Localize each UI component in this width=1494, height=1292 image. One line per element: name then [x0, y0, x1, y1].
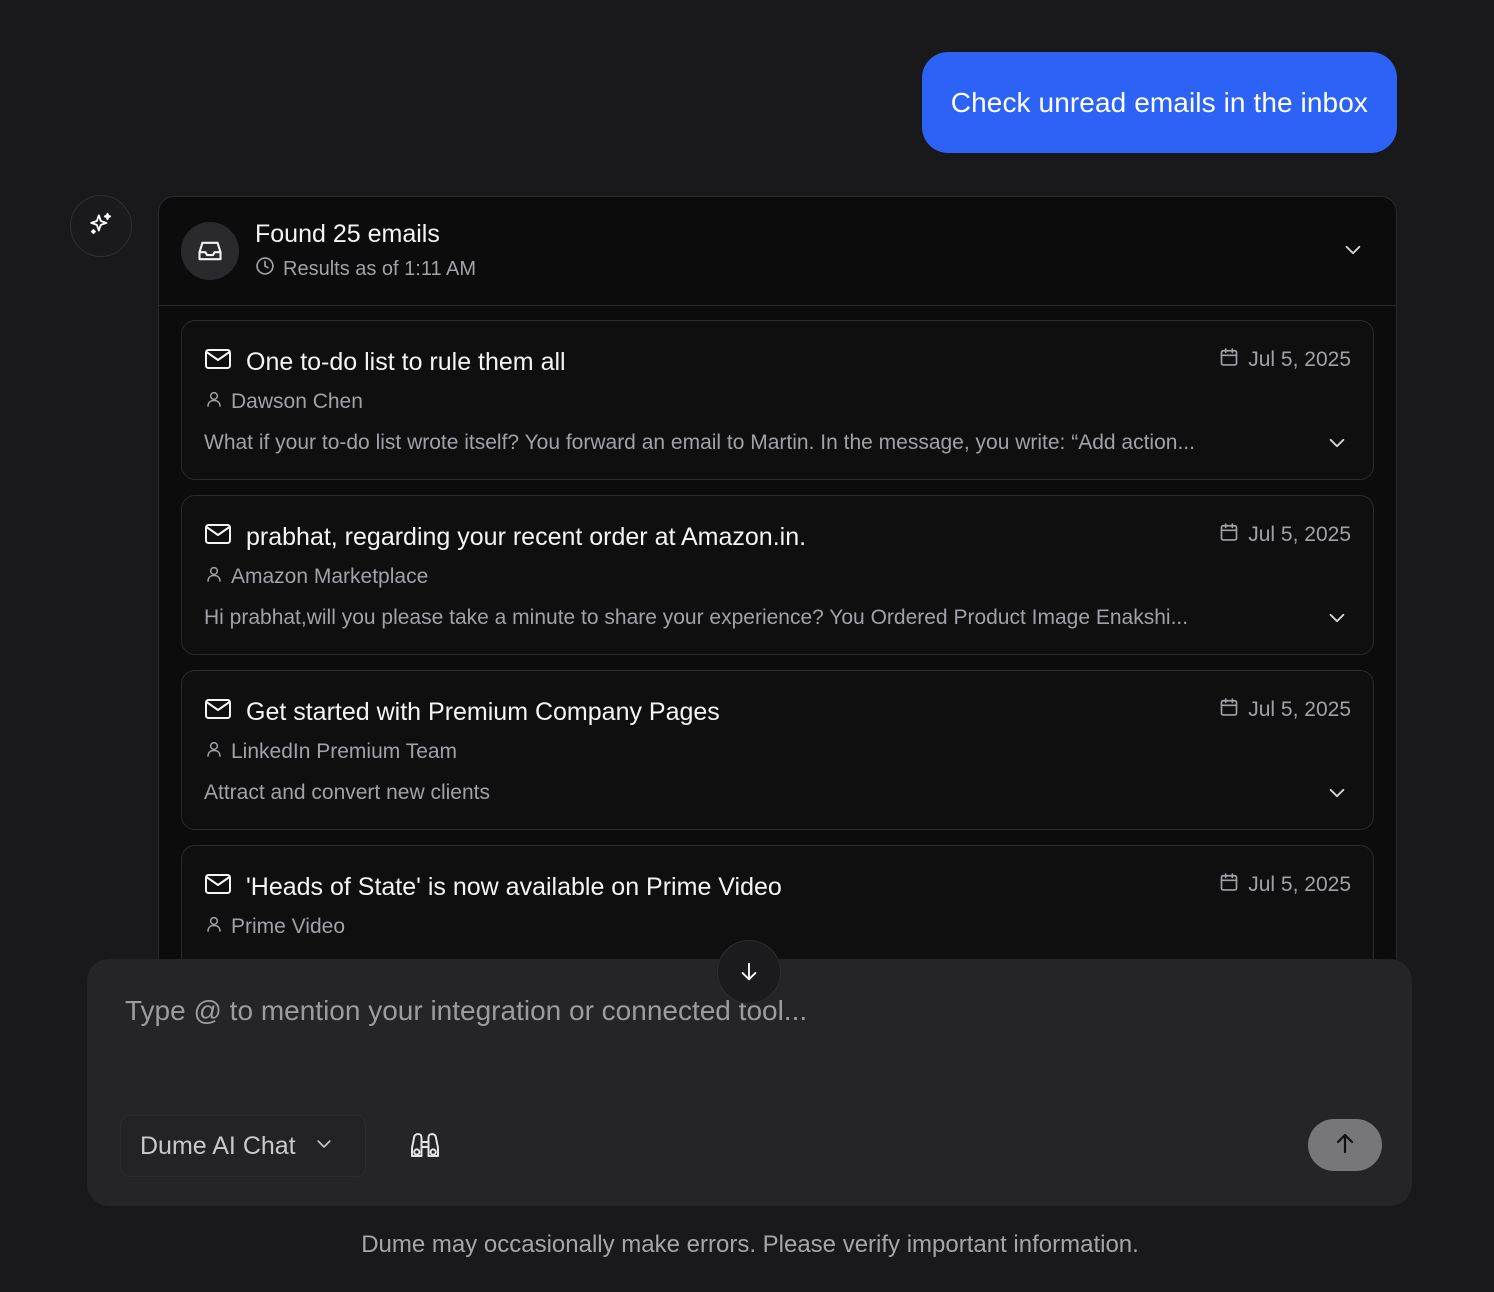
email-item[interactable]: 'Heads of State' is now available on Pri…	[181, 845, 1374, 975]
chevron-down-icon	[314, 1132, 334, 1161]
user-message-text: Check unread emails in the inbox	[950, 86, 1368, 118]
email-preview: Hi prabhat,will you please take a minute…	[204, 606, 1189, 629]
user-icon	[205, 564, 223, 590]
expand-email-chevron-icon[interactable]	[1325, 606, 1349, 630]
results-timestamp: Results as of 1:11 AM	[283, 257, 477, 280]
email-subject: prabhat, regarding your recent order at …	[246, 523, 807, 551]
email-list: One to-do list to rule them all Jul 5, 2…	[159, 306, 1396, 975]
email-preview: What if your to-do list wrote itself? Yo…	[204, 431, 1195, 454]
email-preview: Attract and convert new clients	[204, 781, 490, 804]
user-message-bubble: Check unread emails in the inbox	[921, 52, 1397, 153]
email-sender: LinkedIn Premium Team	[231, 740, 458, 763]
expand-email-chevron-icon[interactable]	[1325, 781, 1349, 805]
email-date: Jul 5, 2025	[1248, 523, 1351, 546]
sparkles-icon	[88, 211, 114, 242]
email-item[interactable]: One to-do list to rule them all Jul 5, 2…	[181, 320, 1374, 480]
mail-icon	[204, 872, 232, 903]
results-title: Found 25 emails	[255, 220, 440, 248]
email-results-card: Found 25 emails Results as of 1:11 AM On…	[158, 196, 1397, 976]
scroll-to-bottom-button[interactable]	[717, 940, 781, 1004]
email-subject: One to-do list to rule them all	[246, 348, 566, 376]
email-sender: Dawson Chen	[231, 390, 363, 413]
email-sender: Amazon Marketplace	[231, 565, 429, 588]
clock-icon	[255, 256, 275, 282]
email-item[interactable]: Get started with Premium Company Pages J…	[181, 670, 1374, 830]
expand-email-chevron-icon[interactable]	[1325, 431, 1349, 455]
email-subject: Get started with Premium Company Pages	[246, 698, 720, 726]
assistant-avatar	[70, 195, 132, 257]
binoculars-icon[interactable]	[407, 1130, 443, 1162]
model-selector-label: Dume AI Chat	[140, 1131, 296, 1160]
inbox-icon	[181, 222, 239, 280]
chat-page: Check unread emails in the inbox Found 2…	[0, 0, 1494, 1292]
model-selector[interactable]: Dume AI Chat	[120, 1115, 366, 1177]
user-icon	[205, 739, 223, 765]
send-button[interactable]	[1308, 1119, 1382, 1171]
disclaimer-text: Dume may occasionally make errors. Pleas…	[361, 1231, 1139, 1258]
calendar-icon	[1219, 697, 1239, 723]
mail-icon	[204, 522, 232, 553]
user-icon	[205, 389, 223, 415]
calendar-icon	[1219, 522, 1239, 548]
calendar-icon	[1219, 347, 1239, 373]
mail-icon	[204, 697, 232, 728]
arrow-down-icon	[738, 961, 760, 988]
email-date: Jul 5, 2025	[1248, 698, 1351, 721]
mail-icon	[204, 347, 232, 378]
email-sender: Prime Video	[231, 915, 346, 938]
user-icon	[205, 914, 223, 940]
calendar-icon	[1219, 872, 1239, 898]
email-date: Jul 5, 2025	[1248, 348, 1351, 371]
results-header[interactable]: Found 25 emails Results as of 1:11 AM	[159, 197, 1396, 306]
email-item[interactable]: prabhat, regarding your recent order at …	[181, 495, 1374, 655]
email-subject: 'Heads of State' is now available on Pri…	[246, 873, 782, 901]
collapse-results-chevron-icon[interactable]	[1340, 237, 1366, 263]
arrow-up-icon	[1333, 1131, 1357, 1160]
email-date: Jul 5, 2025	[1248, 873, 1351, 896]
